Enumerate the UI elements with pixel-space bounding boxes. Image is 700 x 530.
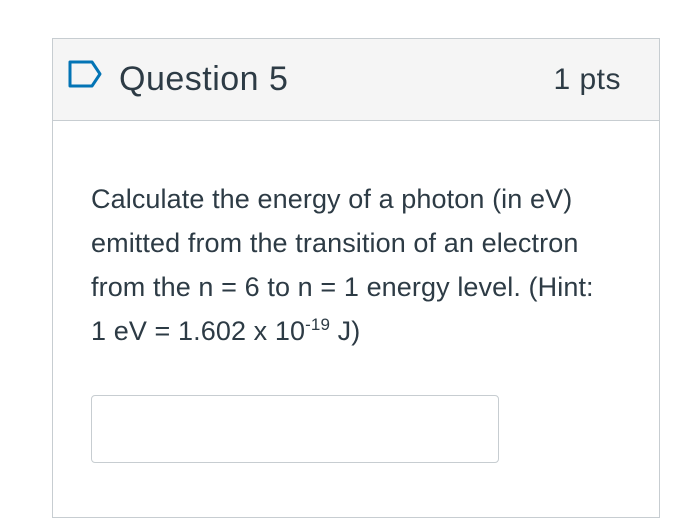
question-title: Question 5 [119, 60, 289, 98]
question-text-line-2: emitted from the transition of an electr… [91, 228, 579, 258]
bookmark-flag-icon[interactable] [67, 59, 103, 89]
question-text-line-1: Calculate the energy of a photon (in eV) [91, 184, 573, 214]
question-text: Calculate the energy of a photon (in eV)… [91, 177, 631, 353]
question-points: 1 pts [553, 63, 621, 96]
question-card: Question 5 1 pts Calculate the energy of… [52, 38, 660, 518]
question-header: Question 5 1 pts [53, 39, 659, 121]
question-text-line-4: 1 eV = 1.602 x 10 [91, 316, 306, 346]
answer-input[interactable] [91, 395, 499, 463]
question-text-line-3: from the n = 6 to n = 1 energy level. (H… [91, 272, 594, 302]
exponent: -19 [305, 315, 330, 334]
question-text-line-4-end: J) [330, 316, 361, 346]
